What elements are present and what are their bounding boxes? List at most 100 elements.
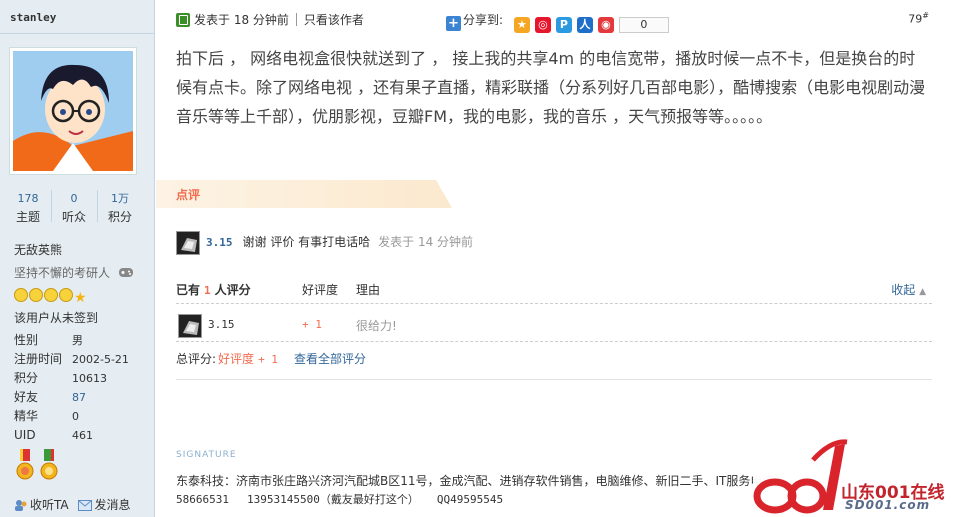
comment-section-label: 点评 (176, 188, 201, 202)
gamepad-icon (119, 268, 133, 277)
rating-suffix: 人评分 (214, 283, 251, 297)
envelope-icon (78, 500, 93, 511)
divider (295, 13, 297, 26)
rating-count-value: 1 (204, 284, 211, 297)
collapse-label: 收起 (891, 283, 916, 297)
total-type: 好评度 (218, 352, 255, 366)
field-key: 好友 (14, 390, 39, 404)
divider (51, 190, 52, 222)
post-time: 发表于 18 分钟前 (194, 13, 289, 27)
rater-score: + 1 (302, 318, 322, 331)
stat-threads-value: 178 (17, 192, 39, 205)
caret-up-icon: ▲ (919, 287, 926, 297)
field-key: UID (14, 428, 36, 442)
rating-col-reason: 理由 (356, 283, 381, 297)
field-value: 10613 (72, 372, 107, 385)
total-label: 总评分: (176, 352, 217, 366)
field-key: 注册时间 (14, 352, 63, 366)
rating-count: 已有 1 人评分 (176, 283, 251, 297)
commenter-name[interactable]: 3.15 (206, 236, 233, 249)
author-sidebar: stanley 178 主题 0 听众 1万 积分 无敌英熊 坚持不懈的考研人 … (0, 0, 155, 517)
friends-link[interactable]: 87 (72, 391, 86, 404)
total-value: + 1 (258, 353, 278, 366)
share-label: 分享到: (463, 13, 504, 27)
only-author-link[interactable]: 只看该作者 (304, 13, 364, 27)
stat-listeners-label: 听众 (61, 210, 86, 224)
stat-points-value: 1万 (111, 192, 129, 205)
custom-title: 坚持不懈的考研人 (14, 266, 111, 280)
comment-section-band (156, 180, 452, 208)
commenter-avatar[interactable] (176, 230, 200, 255)
field-key: 性别 (14, 333, 39, 347)
field-value: 2002-5-21 (72, 353, 129, 366)
total-score: 好评度 + 1 (218, 352, 278, 366)
stat-threads[interactable]: 178 主题 (8, 190, 48, 226)
rating-row: 3.15 + 1 很给力! (176, 308, 932, 342)
follow-button[interactable]: 收听TA (14, 498, 69, 512)
post-content: 拍下后 ， 网络电视盒很快就送到了 ， 接上我的共享4m 的电信宽带，播放时候一… (176, 49, 926, 126)
divider (97, 190, 98, 222)
qzone-icon[interactable]: ★ (513, 17, 530, 33)
rater-avatar[interactable] (178, 314, 202, 338)
moon-icon (14, 288, 28, 302)
field-value: 461 (72, 429, 93, 442)
field-points: 积分 10613 (14, 369, 107, 388)
stat-listeners[interactable]: 0 听众 (54, 190, 94, 226)
stat-threads-label: 主题 (15, 210, 40, 224)
pengyou-icon[interactable]: P (555, 17, 572, 33)
follow-label: 收听TA (30, 498, 69, 512)
field-uid: UID 461 (14, 426, 93, 445)
moon-icon (44, 288, 58, 302)
star-icon: ★ (74, 290, 87, 306)
stat-points-label: 积分 (107, 210, 132, 224)
moon-icon (59, 288, 73, 302)
floor-value: 79 (908, 12, 923, 26)
share-count: 0 (618, 17, 669, 33)
share-plus-icon[interactable]: + (446, 16, 461, 31)
field-friends: 好友 87 (14, 388, 86, 407)
medal-icon[interactable] (16, 449, 34, 483)
stat-listeners-value: 0 (70, 192, 78, 205)
author-actions: 收听TA 发消息 (14, 496, 136, 513)
renren-icon[interactable]: 人 (576, 17, 593, 33)
send-message-button[interactable]: 发消息 (78, 498, 130, 512)
field-key: 精华 (14, 409, 39, 423)
weibo-icon[interactable]: ◎ (534, 17, 551, 33)
rater-reason: 很给力! (356, 319, 397, 333)
share-bar: + 分享到: ★ ◎ P 人 ◉ 0 (446, 11, 669, 33)
rank-title: 无敌英熊 (14, 243, 63, 257)
rank-stars: ★ (14, 288, 89, 306)
signature-phones: 58666531 13953145500（戴友最好打这个） QQ49595545 (176, 491, 521, 507)
floor-sup: # (922, 11, 929, 20)
field-gender: 性别 男 (14, 331, 83, 350)
rater-name[interactable]: 3.15 (208, 318, 235, 331)
medal-icon[interactable] (40, 449, 58, 483)
watermark-domain: SD001.com (845, 498, 931, 512)
stat-points[interactable]: 1万 积分 (100, 190, 140, 226)
post-meta-bar: 发表于 18 分钟前 只看该作者 (176, 10, 364, 30)
rating-col-score: 好评度 (302, 283, 339, 297)
avatar-image (13, 51, 133, 171)
field-value: 0 (72, 410, 79, 423)
author-username[interactable]: stanley (10, 11, 56, 24)
signin-status: 该用户从未签到 (14, 311, 99, 325)
comment-time: 发表于 14 分钟前 (378, 235, 474, 249)
field-value: 男 (72, 334, 83, 347)
rating-total: 总评分: 好评度 + 1 查看全部评分 (176, 344, 932, 380)
signature-qq: QQ49595545 (436, 493, 504, 506)
rating-prefix: 已有 (176, 283, 201, 297)
avatar[interactable] (9, 47, 137, 175)
field-register-date: 注册时间 2002-5-21 (14, 350, 129, 369)
field-digest: 精华 0 (14, 407, 79, 426)
comment-text: 谢谢 评价 有事打电话哈 (242, 235, 371, 249)
comment-item: 3.15 谢谢 评价 有事打电话哈 发表于 14 分钟前 (176, 230, 474, 255)
collapse-button[interactable]: 收起 ▲ (891, 278, 926, 304)
moon-icon (29, 288, 43, 302)
watermark-logo-icon (753, 439, 848, 514)
view-all-ratings-link[interactable]: 查看全部评分 (294, 352, 366, 366)
kaixin-icon[interactable]: ◉ (597, 17, 614, 33)
site-watermark: 山东001在线 SD001.com (753, 438, 957, 517)
floor-number[interactable]: 79# (908, 11, 929, 26)
users-icon (15, 500, 27, 511)
signature-line: 东泰科技：济南市张庄路兴济河汽配城B区11号，金成汽配、进销存软件销售，电脑维修… (176, 474, 776, 488)
